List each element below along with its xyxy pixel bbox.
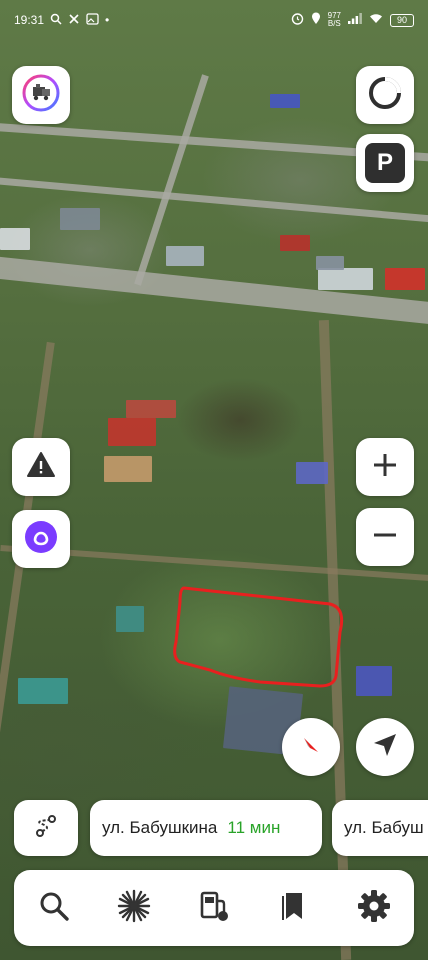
building-blue-3 [270,94,300,108]
bottom-toolbar [14,870,414,946]
warning-button[interactable] [12,438,70,496]
status-bar: 19:31 • 977 B/S 90 [0,0,428,40]
location-status-icon [311,12,321,28]
building-teal-2 [18,678,68,704]
alice-icon [24,520,58,559]
building-grey-4 [316,256,344,270]
wifi-icon [369,13,383,27]
compass-button[interactable] [282,718,340,776]
minus-icon [372,522,398,553]
search-status-icon [50,13,62,28]
route-icon [32,812,60,845]
network-speed: 977 B/S [327,11,341,28]
settings-button[interactable] [346,880,402,936]
road-highway [0,254,428,328]
building-grey [166,246,204,266]
route-street-2: ул. Бабуш [344,818,424,837]
building-teal [116,606,144,632]
dirt-road-left [0,341,55,839]
building-red-roof [385,268,425,290]
route-chip-2[interactable]: ул. Бабуш [332,800,428,856]
alice-assistant-button[interactable] [12,510,70,568]
search-button[interactable] [26,880,82,936]
sun-icon [117,889,151,928]
circle-icon [367,75,403,116]
alarm-icon [291,12,304,28]
building-blue [296,462,328,484]
building-red-roof-2 [280,235,310,251]
more-status-icon: • [105,13,110,27]
building-grey-2 [0,228,30,250]
route-street-1: ул. Бабушкина [102,818,218,837]
route-eta-1: 11 мин [227,818,281,837]
route-swap-button[interactable] [14,800,78,856]
bookmark-icon [280,890,308,927]
parking-icon: P [365,143,405,183]
settings-icon [357,889,391,928]
building-white-roof [318,268,373,290]
battery-indicator: 90 [390,13,414,27]
guidance-button[interactable] [356,66,414,124]
signal-icon [348,13,362,27]
highlighted-plot-outline [173,586,344,688]
image-status-icon [86,12,99,28]
fuel-icon [197,889,231,928]
status-time: 19:31 [14,13,45,27]
building-blue-2 [356,666,392,696]
parking-button[interactable]: P [356,134,414,192]
layers-button[interactable] [12,66,70,124]
fuel-button[interactable] [186,880,242,936]
locate-button[interactable] [356,718,414,776]
bookmarks-button[interactable] [266,880,322,936]
building-grey-3 [60,208,100,230]
zoom-out-button[interactable] [356,508,414,566]
building-red-center [108,418,156,446]
building-tan [104,456,152,482]
building-red-center-2 [126,400,176,418]
compass-icon [296,730,326,765]
layers-icon [22,74,60,117]
close-status-icon [68,13,80,28]
warning-icon [26,450,56,485]
navigation-arrow-icon [371,731,399,764]
zoom-in-button[interactable] [356,438,414,496]
search-icon [38,890,70,927]
route-chip-1[interactable]: ул. Бабушкина 11 мин [90,800,322,856]
plus-icon [372,452,398,483]
discovery-button[interactable] [106,880,162,936]
